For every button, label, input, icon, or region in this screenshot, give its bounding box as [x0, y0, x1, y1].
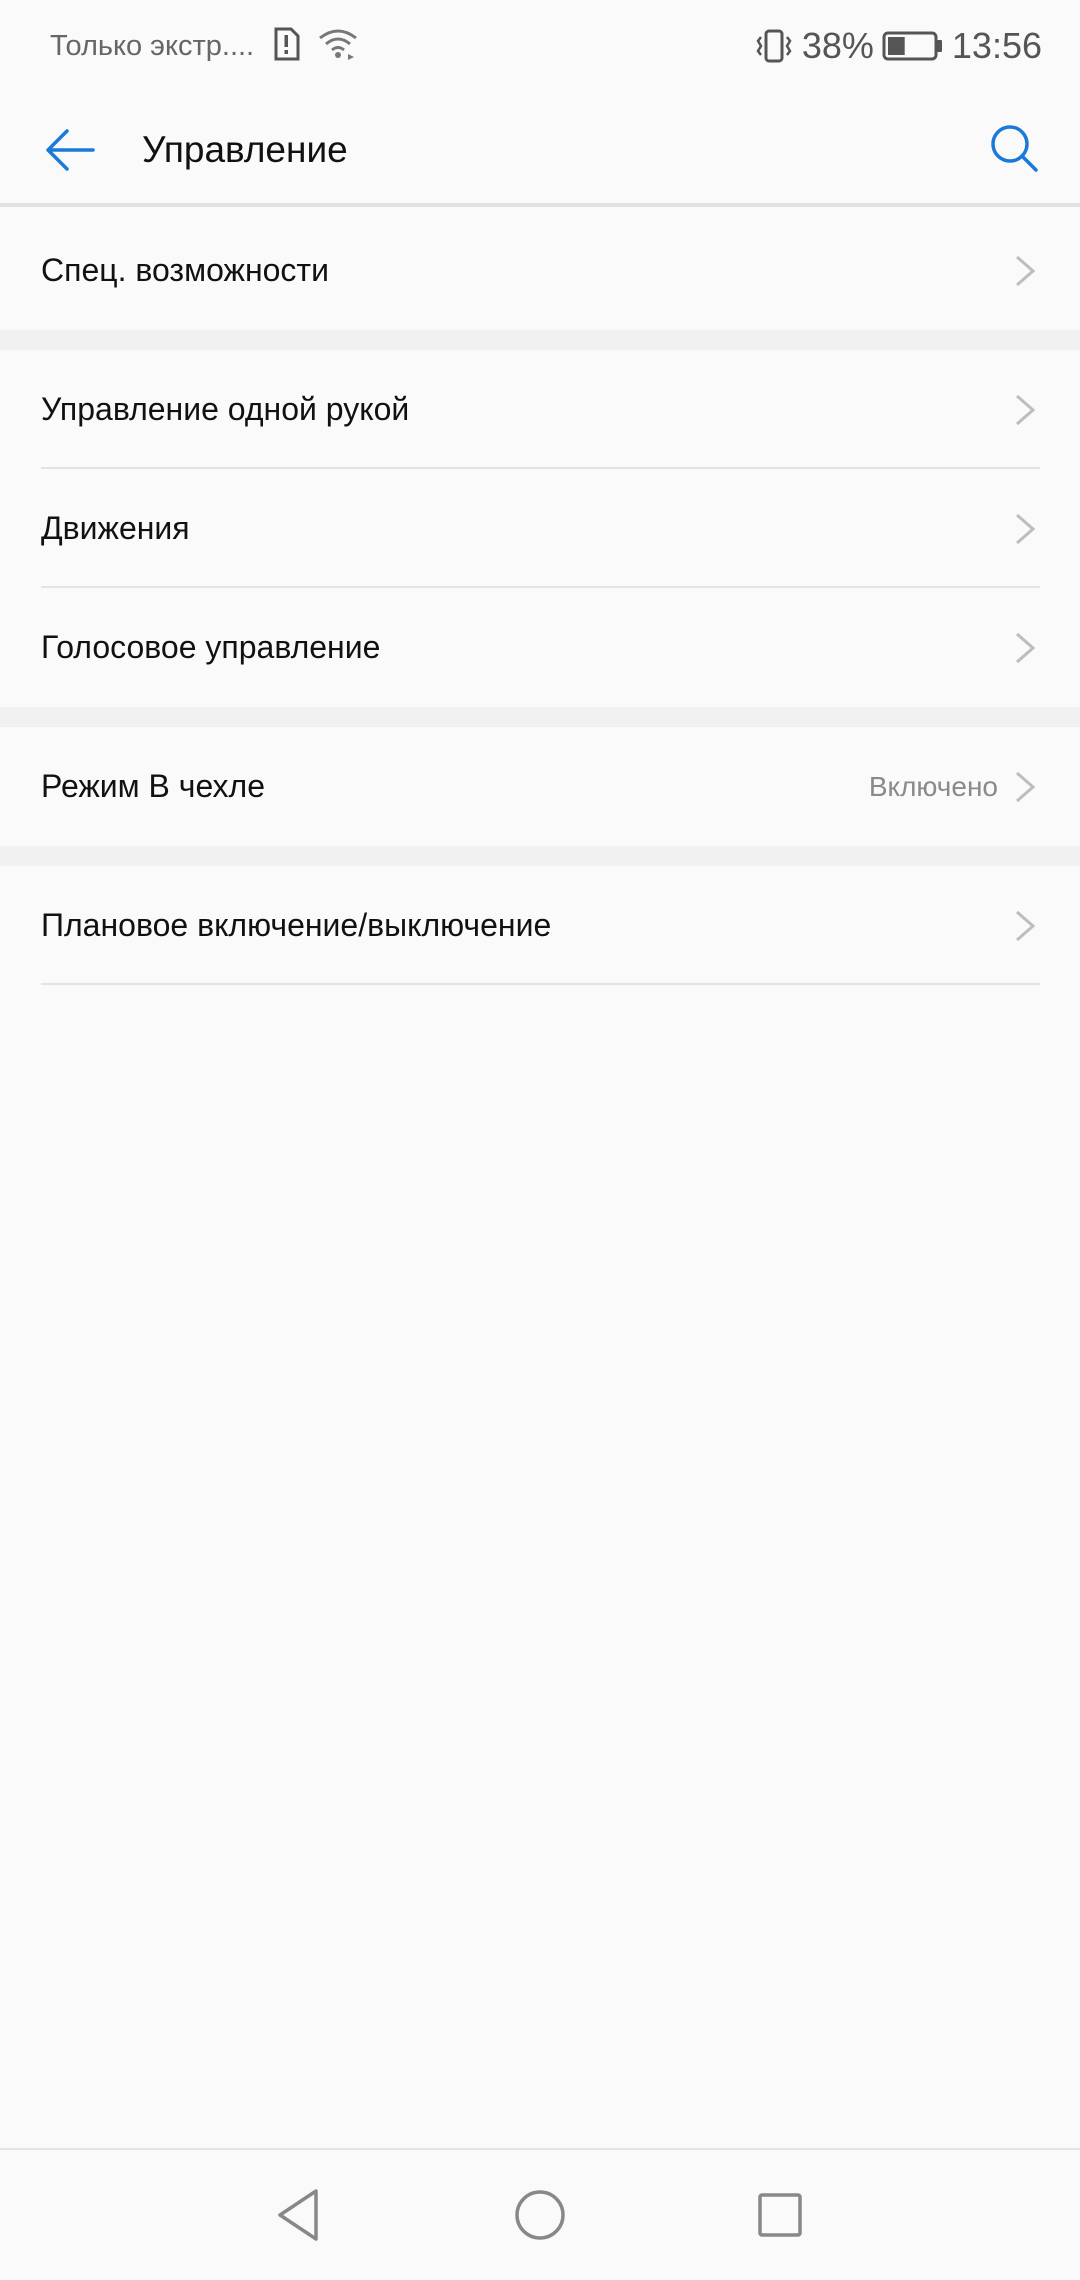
group-divider [0, 330, 1080, 350]
list-item-label: Режим В чехле [41, 768, 266, 804]
wifi-icon [318, 28, 358, 65]
battery-icon [882, 29, 944, 63]
list-item-label: Движения [41, 510, 190, 546]
chevron-right-icon [1016, 394, 1036, 426]
list-item-cover-mode[interactable]: Режим В чехле Включено [0, 727, 1080, 846]
back-button[interactable] [40, 120, 100, 180]
list-item-motions[interactable]: Движения [0, 469, 1080, 588]
list-item-one-hand[interactable]: Управление одной рукой [0, 350, 1080, 469]
chevron-right-icon [1016, 771, 1036, 803]
carrier-label: Только экстр.... [50, 29, 255, 62]
sim-alert-icon [272, 27, 300, 66]
page-title: Управление [142, 128, 348, 170]
nav-home-button[interactable] [505, 2180, 575, 2250]
nav-recents-button[interactable] [745, 2180, 815, 2250]
group-divider [0, 846, 1080, 866]
status-bar: Только экстр.... 38% 13:56 [0, 0, 1080, 92]
status-left: Только экстр.... [50, 27, 358, 66]
chevron-right-icon [1016, 255, 1036, 287]
clock: 13:56 [951, 25, 1042, 66]
list-item-label: Голосовое управление [41, 629, 381, 665]
group-divider [0, 707, 1080, 727]
list-item-label: Спец. возможности [41, 252, 329, 288]
list-item-accessibility[interactable]: Спец. возможности [0, 211, 1080, 330]
arrow-left-icon [46, 129, 95, 171]
chevron-right-icon [1016, 513, 1036, 545]
settings-group-control: Управление одной рукой Движения Голосово… [0, 350, 1080, 707]
list-item-scheduled-power[interactable]: Плановое включение/выключение [0, 866, 1080, 985]
home-circle-icon [515, 2190, 565, 2240]
chevron-right-icon [1016, 910, 1036, 942]
battery-percent: 38% [801, 25, 874, 66]
navigation-bar [0, 2148, 1080, 2280]
battery-fill [887, 37, 905, 55]
row-divider [41, 983, 1040, 985]
nav-back-button[interactable] [264, 2180, 334, 2250]
list-item-voice-control[interactable]: Голосовое управление [0, 588, 1080, 707]
status-right: 38% 13:56 [754, 25, 1042, 67]
list-item-value: Включено [868, 770, 998, 802]
app-bar: Управление [0, 92, 1080, 207]
search-icon [991, 125, 1038, 172]
list-item-label: Управление одной рукой [41, 391, 410, 427]
back-triangle-icon [278, 2189, 318, 2241]
settings-group-cover: Режим В чехле Включено [0, 727, 1080, 846]
settings-group-schedule: Плановое включение/выключение [0, 866, 1080, 985]
search-button[interactable] [984, 118, 1044, 178]
vibrate-icon [754, 28, 794, 64]
settings-group-accessibility: Спец. возможности [0, 211, 1080, 330]
recents-square-icon [758, 2193, 802, 2237]
list-item-label: Плановое включение/выключение [41, 907, 552, 943]
chevron-right-icon [1016, 632, 1036, 664]
